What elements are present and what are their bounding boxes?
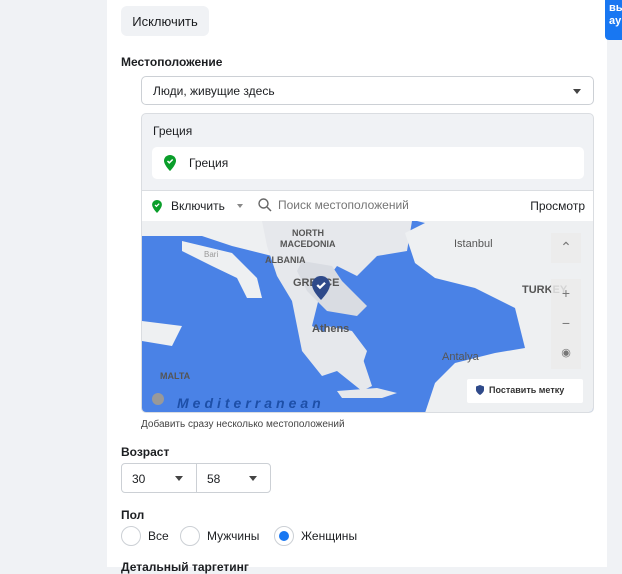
selected-location-chip[interactable]: Греция: [152, 147, 584, 179]
age-max-value: 58: [207, 472, 221, 486]
add-multiple-locations-link[interactable]: Добавить сразу несколько местоположений: [141, 419, 345, 430]
age-min-select[interactable]: 30: [121, 463, 197, 493]
gender-men-radio[interactable]: [180, 526, 200, 546]
map-collapse-button[interactable]: ⌃: [551, 233, 581, 263]
map-label-malta: MALTA: [160, 371, 191, 381]
info-icon[interactable]: [152, 393, 164, 405]
include-dropdown[interactable]: Включить: [152, 199, 247, 215]
gender-all-label: Все: [148, 529, 169, 543]
gender-women-radio[interactable]: [274, 526, 294, 546]
location-toolbar: Включить Просмотр: [142, 190, 593, 221]
location-pin-check-icon: [152, 200, 162, 213]
age-label: Возраст: [121, 445, 170, 459]
include-label: Включить: [171, 199, 225, 213]
drop-pin-label: Поставить метку: [489, 385, 565, 395]
location-type-select[interactable]: Люди, живущие здесь: [141, 76, 594, 105]
zoom-out-button[interactable]: −: [551, 309, 581, 339]
age-min-value: 30: [132, 472, 146, 486]
location-label: Местоположение: [121, 55, 223, 69]
detailed-targeting-label: Детальный таргетинг: [121, 560, 249, 574]
gender-women-label: Женщины: [301, 529, 358, 543]
gender-all-radio[interactable]: [121, 526, 141, 546]
caret-down-icon: [237, 204, 243, 208]
map-label-bari: Bari: [204, 250, 219, 259]
exclude-button[interactable]: Исключить: [121, 6, 209, 36]
search-icon: [258, 198, 272, 212]
locate-button[interactable]: ◉: [551, 339, 581, 369]
location-map[interactable]: NORTH MACEDONIA ALBANIA GREECE Athens Is…: [142, 221, 593, 412]
location-search-input[interactable]: [278, 196, 518, 214]
map-label-antalya: Antalya: [442, 351, 479, 363]
caret-down-icon: [249, 476, 257, 481]
browse-link[interactable]: Просмотр: [530, 199, 585, 213]
map-label-athens: Athens: [312, 323, 350, 335]
drop-pin-button[interactable]: Поставить метку: [467, 379, 583, 403]
side-action-button[interactable]: вы ау: [605, 0, 622, 40]
selected-location-name: Греция: [189, 156, 229, 170]
gender-label: Пол: [121, 508, 145, 522]
age-max-select[interactable]: 58: [196, 463, 271, 493]
location-pin-check-icon: [164, 155, 176, 171]
location-group-title: Греция: [153, 124, 193, 138]
shield-icon: [476, 385, 484, 395]
map-label-istanbul: Istanbul: [454, 238, 493, 250]
map-label-sea: Mediterranean: [177, 395, 325, 411]
zoom-in-button[interactable]: +: [551, 279, 581, 309]
location-box: Греция Греция Включить Просмотр NORTH MA…: [141, 113, 594, 413]
caret-down-icon: [573, 89, 581, 94]
gender-men-label: Мужчины: [207, 529, 260, 543]
map-label-macedonia: MACEDONIA: [280, 239, 336, 249]
map-label-north: NORTH: [292, 228, 324, 238]
map-label-albania: ALBANIA: [265, 255, 306, 265]
caret-down-icon: [175, 476, 183, 481]
map-pin-check-icon: [312, 276, 330, 300]
location-type-value: Люди, живущие здесь: [153, 84, 275, 98]
